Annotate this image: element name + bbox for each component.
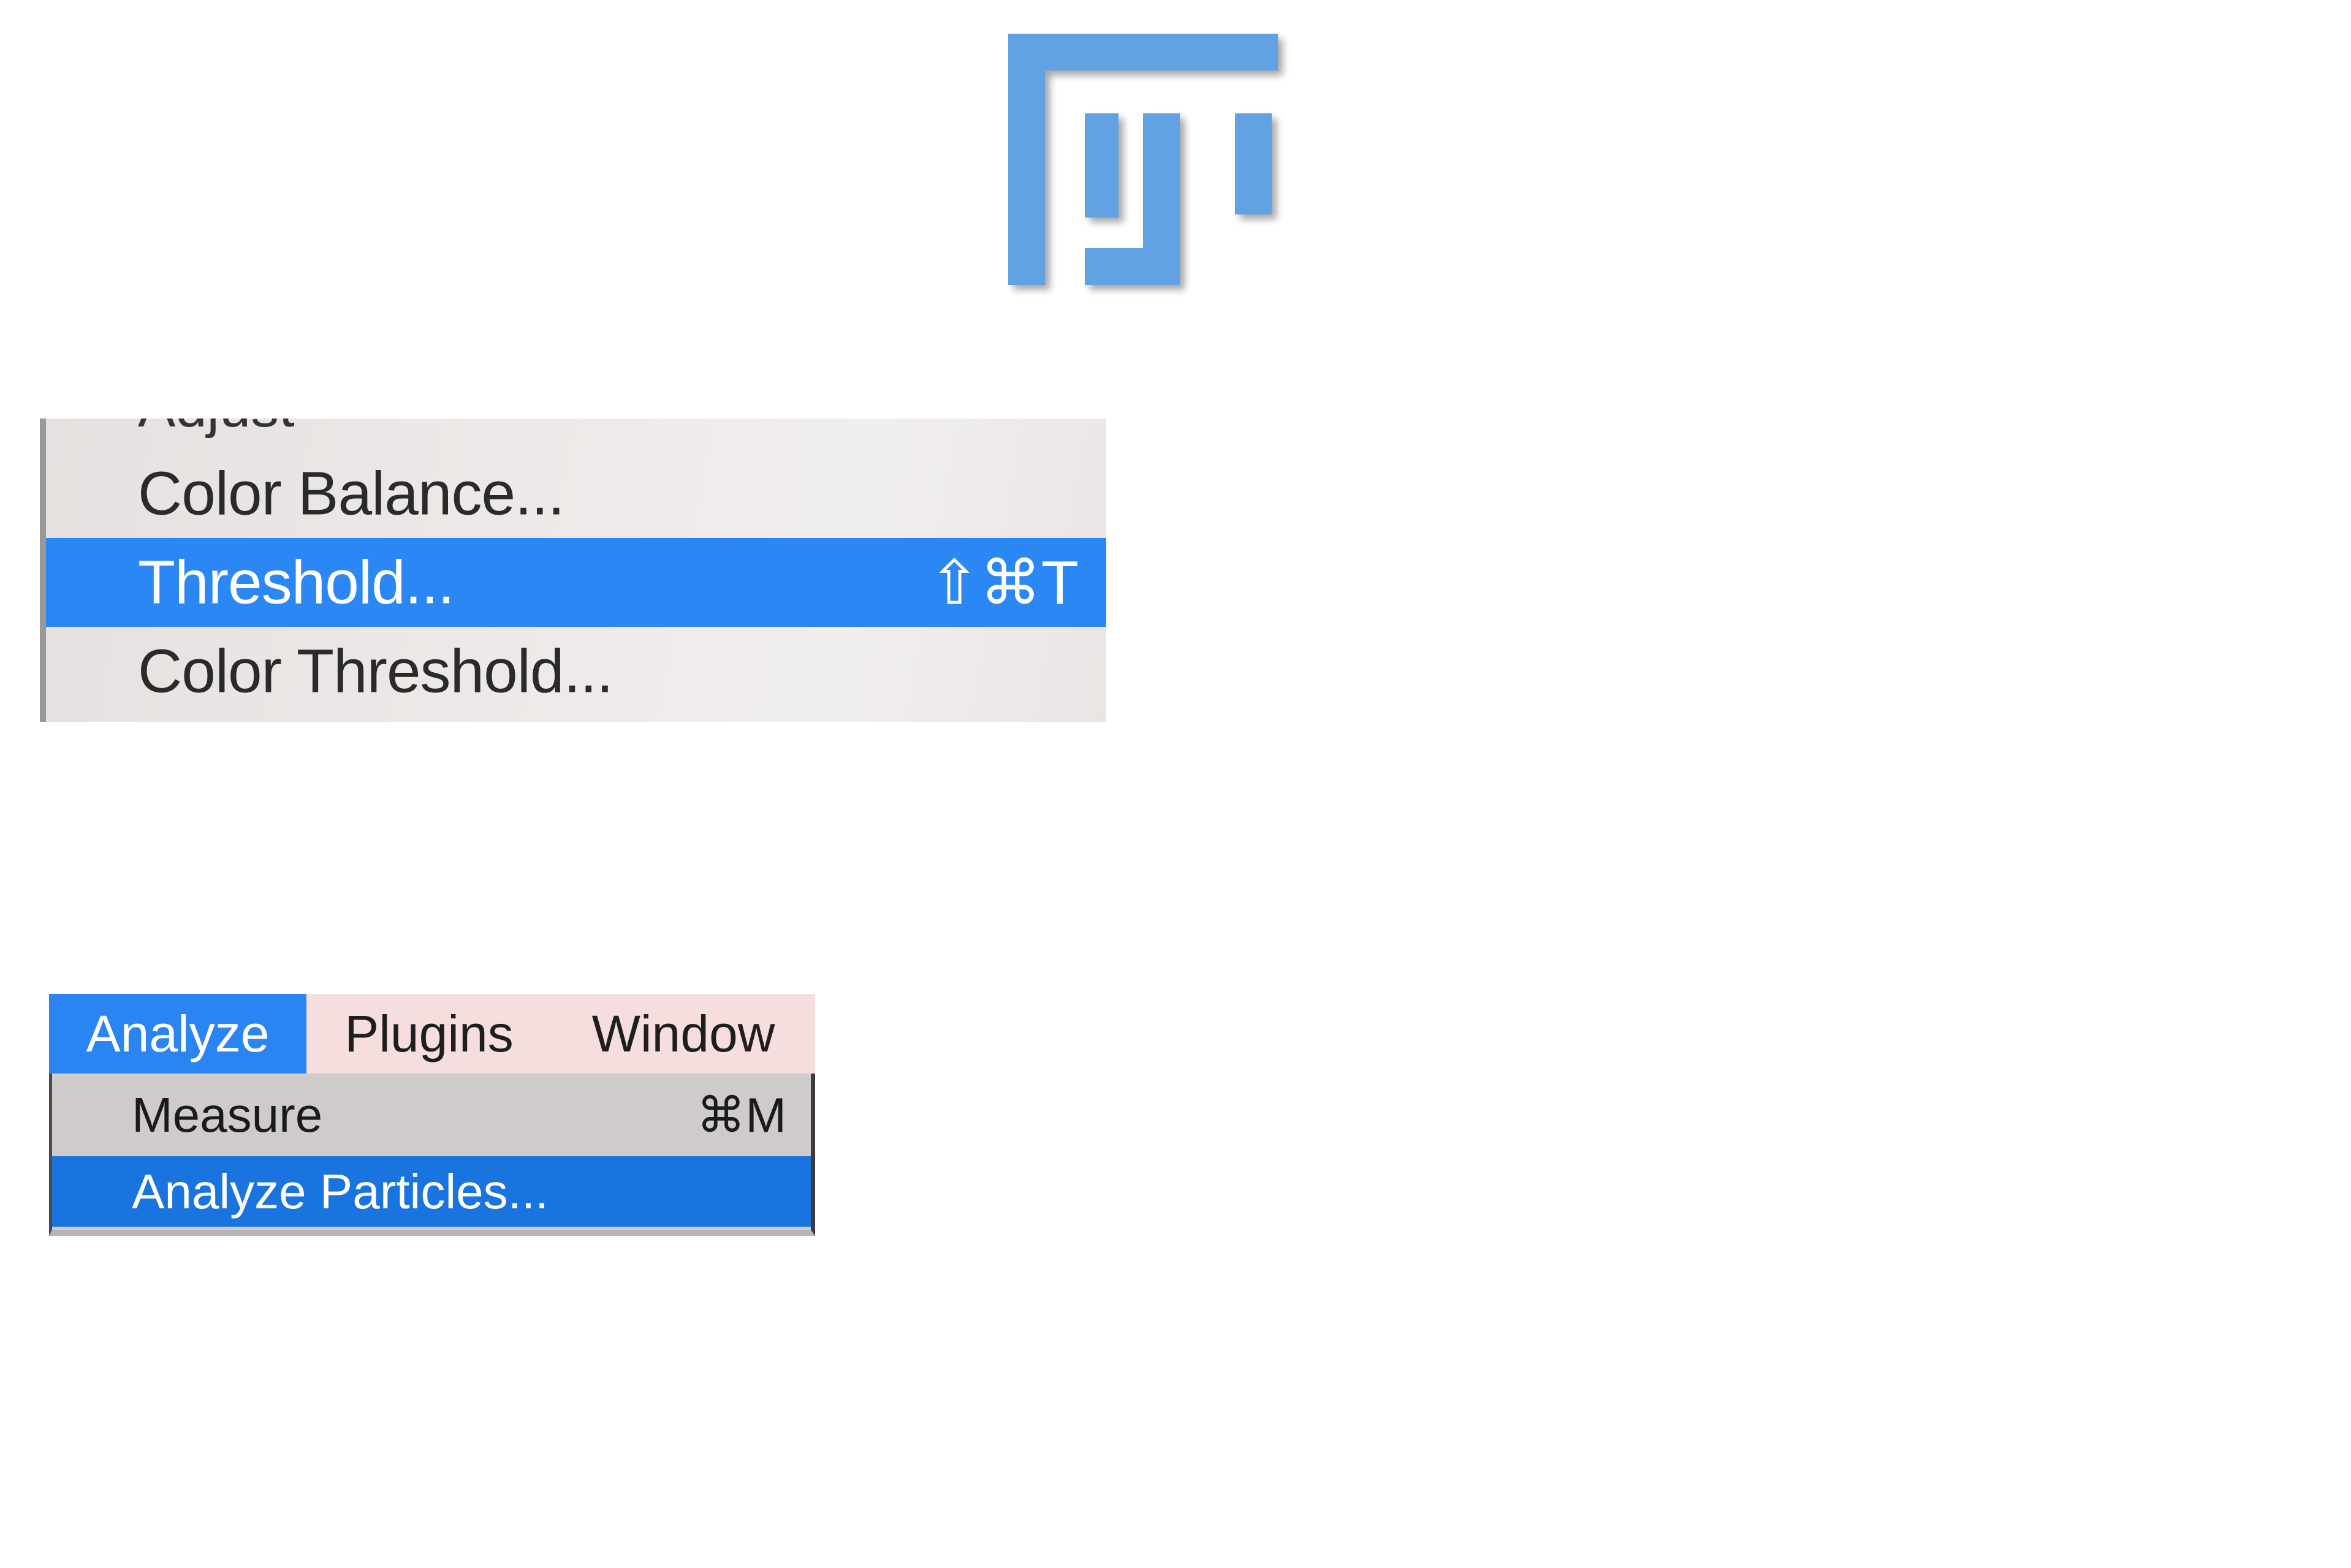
menu-item-shortcut: ⇧⌘T (929, 548, 1079, 617)
analyze-dropdown: Measure ⌘M Analyze Particles... (49, 1074, 815, 1236)
menubar: Analyze Plugins Window (49, 994, 815, 1074)
menubar-item-label: Window (591, 1005, 775, 1062)
canvas: Adjust Color Balance... Threshold... ⇧⌘T… (0, 0, 2351, 1568)
cutoff-menu-item: Adjust (46, 419, 1106, 449)
menu-item-color-balance[interactable]: Color Balance... (46, 449, 1106, 538)
menu-item-label: Analyze Particles... (132, 1164, 549, 1219)
image-adjust-submenu: Adjust Color Balance... Threshold... ⇧⌘T… (40, 419, 1106, 722)
fiji-logo-icon (1008, 34, 1302, 297)
analyze-menu-fragment: Analyze Plugins Window Measure ⌘M Analyz… (49, 994, 815, 1236)
menu-item-label: Measure (132, 1087, 323, 1142)
menubar-item-analyze[interactable]: Analyze (49, 994, 306, 1074)
menubar-item-label: Analyze (86, 1005, 270, 1062)
menu-item-analyze-particles[interactable]: Analyze Particles... (52, 1156, 811, 1227)
menubar-item-window[interactable]: Window (552, 994, 815, 1074)
menu-item-color-threshold[interactable]: Color Threshold... (46, 627, 1106, 716)
menu-item-threshold[interactable]: Threshold... ⇧⌘T (46, 538, 1106, 627)
menubar-item-plugins[interactable]: Plugins (306, 994, 552, 1074)
menu-item-shortcut: ⌘M (696, 1088, 786, 1142)
menu-item-measure[interactable]: Measure ⌘M (52, 1074, 811, 1156)
menubar-item-label: Plugins (344, 1005, 514, 1062)
cutoff-menu-item-label: Adjust (138, 419, 295, 440)
menu-item-label: Color Balance... (138, 459, 564, 528)
menu-item-label: Threshold... (138, 548, 455, 616)
menu-item-label: Color Threshold... (138, 637, 613, 705)
